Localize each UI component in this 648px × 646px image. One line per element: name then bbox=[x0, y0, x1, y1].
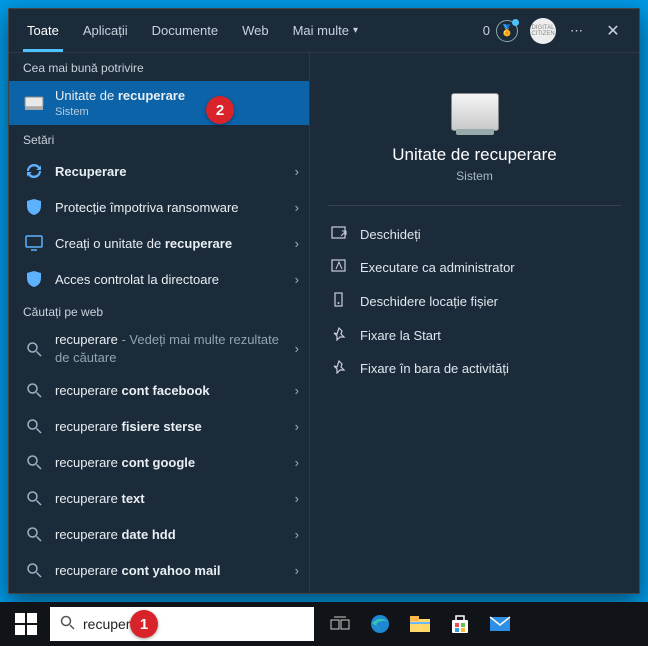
section-best-match: Cea mai bună potrivire bbox=[9, 53, 309, 81]
settings-ransomware[interactable]: Protecție împotriva ransomware › bbox=[9, 189, 309, 225]
shield-icon bbox=[23, 198, 45, 216]
action-label: Deschidere locație fișier bbox=[360, 294, 498, 309]
task-view-button[interactable] bbox=[320, 602, 360, 646]
callout-1: 1 bbox=[130, 610, 158, 638]
result-label: recuperare cont facebook bbox=[55, 382, 285, 400]
monitor-icon bbox=[23, 234, 45, 252]
search-icon bbox=[23, 490, 45, 506]
folder-icon bbox=[330, 292, 348, 311]
action-open[interactable]: Deschideți bbox=[328, 218, 621, 251]
settings-create-recovery[interactable]: Creați o unitate de recuperare › bbox=[9, 225, 309, 261]
taskbar bbox=[0, 602, 648, 646]
action-label: Deschideți bbox=[360, 227, 421, 242]
close-button[interactable]: ✕ bbox=[593, 21, 633, 41]
web-recuperare[interactable]: recuperare - Vedeți mai multe rezultate … bbox=[9, 325, 309, 372]
chevron-right-icon: › bbox=[295, 236, 299, 251]
avatar[interactable]: DIGITAL CITIZEN bbox=[530, 18, 556, 44]
action-pin-start[interactable]: Fixare la Start bbox=[328, 319, 621, 352]
result-label: Acces controlat la directoare bbox=[55, 271, 285, 289]
tab-more[interactable]: Mai multe▾ bbox=[281, 9, 370, 52]
medal-icon: 🏅 bbox=[496, 20, 518, 42]
chevron-right-icon: › bbox=[295, 563, 299, 578]
preview-drive-icon bbox=[451, 93, 499, 131]
best-match-label: Unitate de recuperare Sistem bbox=[55, 87, 299, 119]
start-button[interactable] bbox=[4, 602, 48, 646]
store-icon[interactable] bbox=[440, 602, 480, 646]
rewards-count: 0 bbox=[483, 23, 490, 38]
chevron-down-icon: ▾ bbox=[353, 25, 358, 36]
chevron-right-icon: › bbox=[295, 272, 299, 287]
chevron-right-icon: › bbox=[295, 527, 299, 542]
preview-title: Unitate de recuperare bbox=[328, 145, 621, 165]
search-input[interactable] bbox=[83, 616, 304, 632]
section-settings: Setări bbox=[9, 125, 309, 153]
web-fisiere-sterse[interactable]: recuperare fisiere sterse › bbox=[9, 408, 309, 444]
chevron-right-icon: › bbox=[295, 455, 299, 470]
search-box[interactable] bbox=[50, 607, 314, 641]
preview-pane: Unitate de recuperare Sistem Deschideți E… bbox=[309, 53, 639, 593]
sync-icon bbox=[23, 162, 45, 180]
result-label: recuperare cont google bbox=[55, 454, 285, 472]
web-cont-yahoo[interactable]: recuperare cont yahoo mail › bbox=[9, 552, 309, 588]
callout-2: 2 bbox=[206, 96, 234, 124]
chevron-right-icon: › bbox=[295, 341, 299, 356]
tab-web[interactable]: Web bbox=[230, 9, 281, 52]
action-label: Executare ca administrator bbox=[360, 260, 515, 275]
result-label: Protecție împotriva ransomware bbox=[55, 199, 285, 217]
action-label: Fixare la Start bbox=[360, 328, 441, 343]
options-button[interactable]: ⋯ bbox=[562, 23, 593, 39]
web-text[interactable]: recuperare text › bbox=[9, 480, 309, 516]
action-pin-taskbar[interactable]: Fixare în bara de activități bbox=[328, 352, 621, 385]
result-label: recuperare text bbox=[55, 490, 285, 508]
action-run-admin[interactable]: Executare ca administrator bbox=[328, 251, 621, 284]
action-open-location[interactable]: Deschidere locație fișier bbox=[328, 284, 621, 319]
rewards[interactable]: 0 🏅 bbox=[477, 20, 524, 42]
tab-documents[interactable]: Documente bbox=[140, 9, 230, 52]
chevron-right-icon: › bbox=[295, 164, 299, 179]
web-cont-facebook[interactable]: recuperare cont facebook › bbox=[9, 372, 309, 408]
pin-icon bbox=[330, 327, 348, 344]
search-icon bbox=[23, 418, 45, 434]
drive-icon bbox=[23, 94, 45, 112]
best-match-item[interactable]: Unitate de recuperare Sistem bbox=[9, 81, 309, 125]
settings-controlled-access[interactable]: Acces controlat la directoare › bbox=[9, 261, 309, 297]
web-cont-google[interactable]: recuperare cont google › bbox=[9, 444, 309, 480]
section-web: Căutați pe web bbox=[9, 297, 309, 325]
chevron-right-icon: › bbox=[295, 491, 299, 506]
chevron-right-icon: › bbox=[295, 383, 299, 398]
result-label: Recuperare bbox=[55, 163, 285, 181]
edge-icon[interactable] bbox=[360, 602, 400, 646]
shield-icon bbox=[23, 270, 45, 288]
pin-icon bbox=[330, 360, 348, 377]
search-icon bbox=[23, 341, 45, 357]
chevron-right-icon: › bbox=[295, 200, 299, 215]
search-icon bbox=[23, 562, 45, 578]
divider bbox=[328, 205, 621, 206]
result-label: recuperare - Vedeți mai multe rezultate … bbox=[55, 331, 285, 366]
mail-icon[interactable] bbox=[480, 602, 520, 646]
web-cont-gmail[interactable]: recuperare cont gmail› bbox=[9, 588, 309, 593]
result-label: recuperare cont yahoo mail bbox=[55, 562, 285, 580]
windows-icon bbox=[15, 613, 37, 635]
settings-recovery[interactable]: Recuperare › bbox=[9, 153, 309, 189]
search-results-panel: ToateAplicațiiDocumenteWebMai multe▾ 0 🏅… bbox=[8, 8, 640, 594]
explorer-icon[interactable] bbox=[400, 602, 440, 646]
search-icon bbox=[60, 615, 75, 633]
search-icon bbox=[23, 454, 45, 470]
preview-subtitle: Sistem bbox=[328, 169, 621, 183]
result-label: Creați o unitate de recuperare bbox=[55, 235, 285, 253]
search-icon bbox=[23, 382, 45, 398]
chevron-right-icon: › bbox=[295, 419, 299, 434]
action-label: Fixare în bara de activități bbox=[360, 361, 509, 376]
web-date-hdd[interactable]: recuperare date hdd › bbox=[9, 516, 309, 552]
tabs-bar: ToateAplicațiiDocumenteWebMai multe▾ 0 🏅… bbox=[9, 9, 639, 53]
search-icon bbox=[23, 526, 45, 542]
result-label: recuperare date hdd bbox=[55, 526, 285, 544]
open-icon bbox=[330, 226, 348, 243]
result-label: recuperare fisiere sterse bbox=[55, 418, 285, 436]
tab-all[interactable]: Toate bbox=[15, 9, 71, 52]
results-list: Cea mai bună potrivire Unitate de recupe… bbox=[9, 53, 309, 593]
tab-apps[interactable]: Aplicații bbox=[71, 9, 140, 52]
admin-icon bbox=[330, 259, 348, 276]
